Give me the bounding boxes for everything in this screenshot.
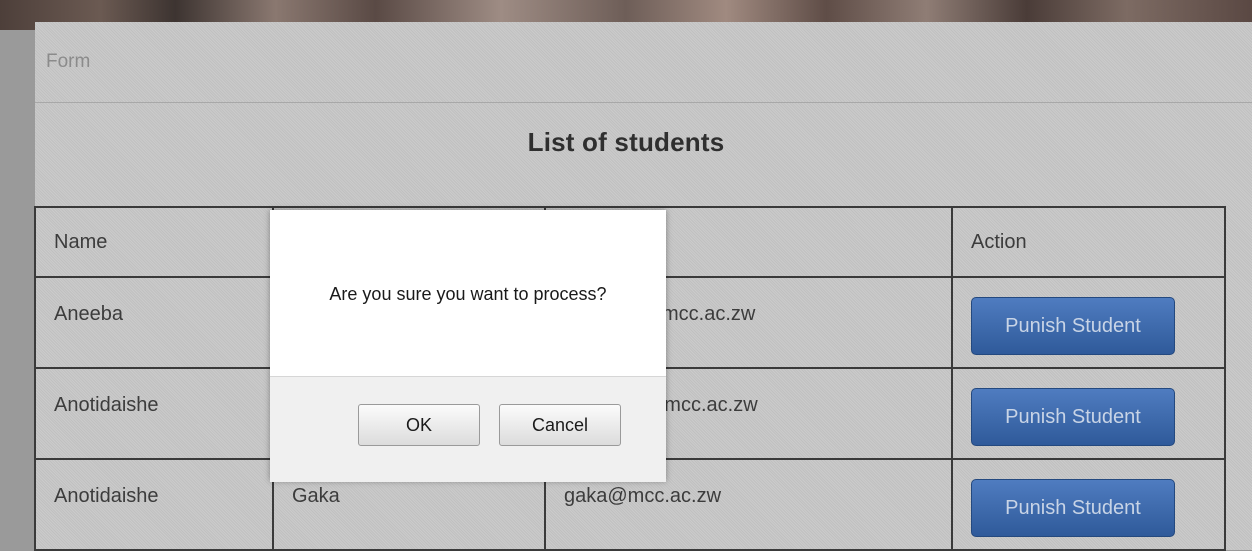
dialog-footer: OK Cancel — [270, 376, 666, 482]
header-name: Name — [34, 206, 274, 278]
header-action: Action — [951, 206, 1226, 278]
punish-student-button[interactable]: Punish Student — [971, 478, 1175, 537]
cell-action: Punish Student — [951, 276, 1226, 369]
cell-name: Aneeba — [34, 276, 274, 369]
ok-button[interactable]: OK — [358, 404, 480, 446]
dialog-message: Are you sure you want to process? — [329, 284, 607, 304]
punish-student-button[interactable]: Punish Student — [971, 296, 1175, 355]
cell-name-text: Anotidaishe — [54, 485, 159, 507]
cell-name-text: Anotidaishe — [54, 394, 159, 416]
confirm-dialog: Are you sure you want to process? OK Can… — [270, 210, 666, 482]
cancel-button[interactable]: Cancel — [499, 404, 621, 446]
cell-name: Anotidaishe — [34, 458, 274, 551]
cell-email-text: gaka@mcc.ac.zw — [564, 485, 722, 507]
cell-name: Anotidaishe — [34, 367, 274, 460]
page-title: List of students — [527, 127, 725, 157]
cell-surname-text: Gaka — [292, 485, 340, 507]
cell-action: Punish Student — [951, 458, 1226, 551]
cell-action: Punish Student — [951, 367, 1226, 460]
panel-title: Form — [46, 51, 91, 72]
punish-student-button[interactable]: Punish Student — [971, 387, 1175, 446]
cell-email-text: mcc.ac.zw — [662, 303, 756, 325]
cell-name-text: Aneeba — [54, 303, 123, 325]
panel-header: Form — [35, 22, 1252, 103]
